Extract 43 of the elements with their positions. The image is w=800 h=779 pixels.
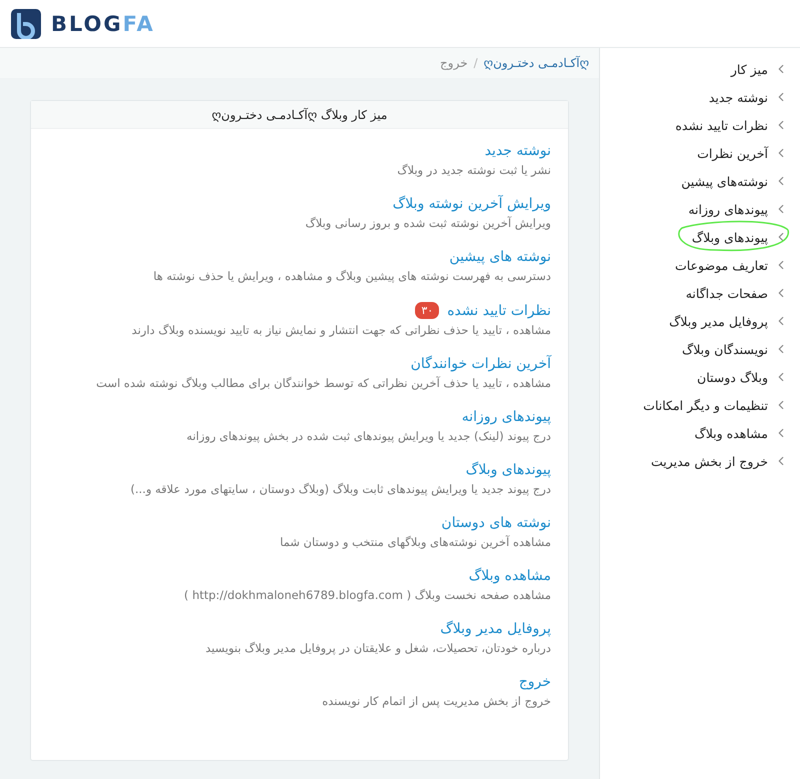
logo-icon [11, 8, 41, 38]
item-link[interactable]: نوشته جدید [484, 143, 551, 159]
sidebar-item[interactable]: تعاریف موضوعات [600, 251, 800, 279]
item-link[interactable]: مشاهده وبلاگ [468, 568, 551, 584]
item-description: دسترسی به فهرست نوشته های پیشین وبلاگ و مشاهده ، ویرایش یا حذف نوشته ها [152, 269, 551, 283]
sidebar-item[interactable]: صفحات جداگانه [600, 279, 800, 307]
sidebar-item[interactable]: پیوندهای روزانه [600, 195, 800, 223]
item-link[interactable]: پیوندهای وبلاگ [466, 462, 551, 478]
item-link[interactable]: خروج [518, 674, 551, 690]
sidebar-item[interactable]: پروفایل مدیر وبلاگ [600, 307, 800, 335]
sidebar-item[interactable]: نظرات تایید نشده [600, 111, 800, 139]
item-description: مشاهده ، تایید یا حذف آخرین نظراتی که توسط خوانندگان برای مطالب وبلاگ نوشته شده است [95, 376, 551, 390]
logo-wordmark: BLOG FA [51, 12, 155, 36]
item-link[interactable]: ویرایش آخرین نوشته وبلاگ [392, 196, 551, 212]
item-description: مشاهده آخرین نوشته‌های وبلاگهای منتخب و دوستان شما [278, 535, 551, 549]
breadcrumb-link[interactable]: ღآکـادمـی دختـرونღ [484, 56, 589, 70]
sidebar-item[interactable]: پیوندهای وبلاگ [600, 223, 800, 251]
sidebar-item[interactable]: وبلاگ دوستان [600, 363, 800, 391]
item-link[interactable]: نوشته های پیشین [449, 249, 551, 265]
breadcrumb-separator: / [474, 56, 478, 70]
item-link[interactable]: پروفایل مدیر وبلاگ [440, 621, 551, 637]
sidebar-item[interactable]: آخرین نظرات [600, 139, 800, 167]
item-description: نشر یا ثبت نوشته جدید در وبلاگ [396, 163, 551, 177]
item-description: درج پیوند (لینک) جدید یا ویرایش پیوندهای ثبت شده در بخش پیوندهای روزانه [186, 429, 551, 443]
item-description: مشاهده ، تایید یا حذف نظراتی که جهت انتشار و نمایش نیاز به تایید نویسنده وبلاگ دارند [130, 323, 551, 337]
item-description: درج پیوند جدید یا ویرایش پیوندهای ثابت وبلاگ (وبلاگ دوستان ، سایتهای مورد علاقه و...) [129, 482, 551, 496]
sidebar-item[interactable]: خروج از بخش مدیریت [600, 447, 800, 475]
item-link[interactable]: پیوندهای روزانه [462, 409, 551, 425]
sidebar-item[interactable]: تنظیمات و دیگر امکانات [600, 391, 800, 419]
sidebar-item[interactable]: میز کار [600, 55, 800, 83]
item-description: مشاهده صفحه نخست وبلاگ ( http://dokhmaloneh6789.blogfa.com ) [183, 588, 551, 602]
card-title: میز کار وبلاگ ღآکـادمـی دختـرونღ [31, 101, 568, 129]
count-badge: ۳۰ [415, 302, 440, 319]
item-link[interactable]: نظرات تایید نشده [447, 302, 551, 318]
item-link[interactable]: آخرین نظرات خوانندگان [410, 356, 551, 372]
sidebar-item[interactable]: نوشته‌های پیشین [600, 167, 800, 195]
sidebar-item[interactable]: نوشته جدید [600, 83, 800, 111]
item-description: خروج از بخش مدیریت پس از اتمام کار نویسنده [321, 694, 551, 708]
item-link[interactable]: نوشته های دوستان [441, 515, 551, 531]
item-description: درباره خودتان، تحصیلات، شغل و علایقتان در پروفایل مدیر وبلاگ بنویسید [204, 641, 551, 655]
item-description: ویرایش آخرین نوشته ثبت شده و بروز رسانی وبلاگ [304, 216, 551, 230]
sidebar-item[interactable]: نویسندگان وبلاگ [600, 335, 800, 363]
sidebar-item[interactable]: مشاهده وبلاگ [600, 419, 800, 447]
